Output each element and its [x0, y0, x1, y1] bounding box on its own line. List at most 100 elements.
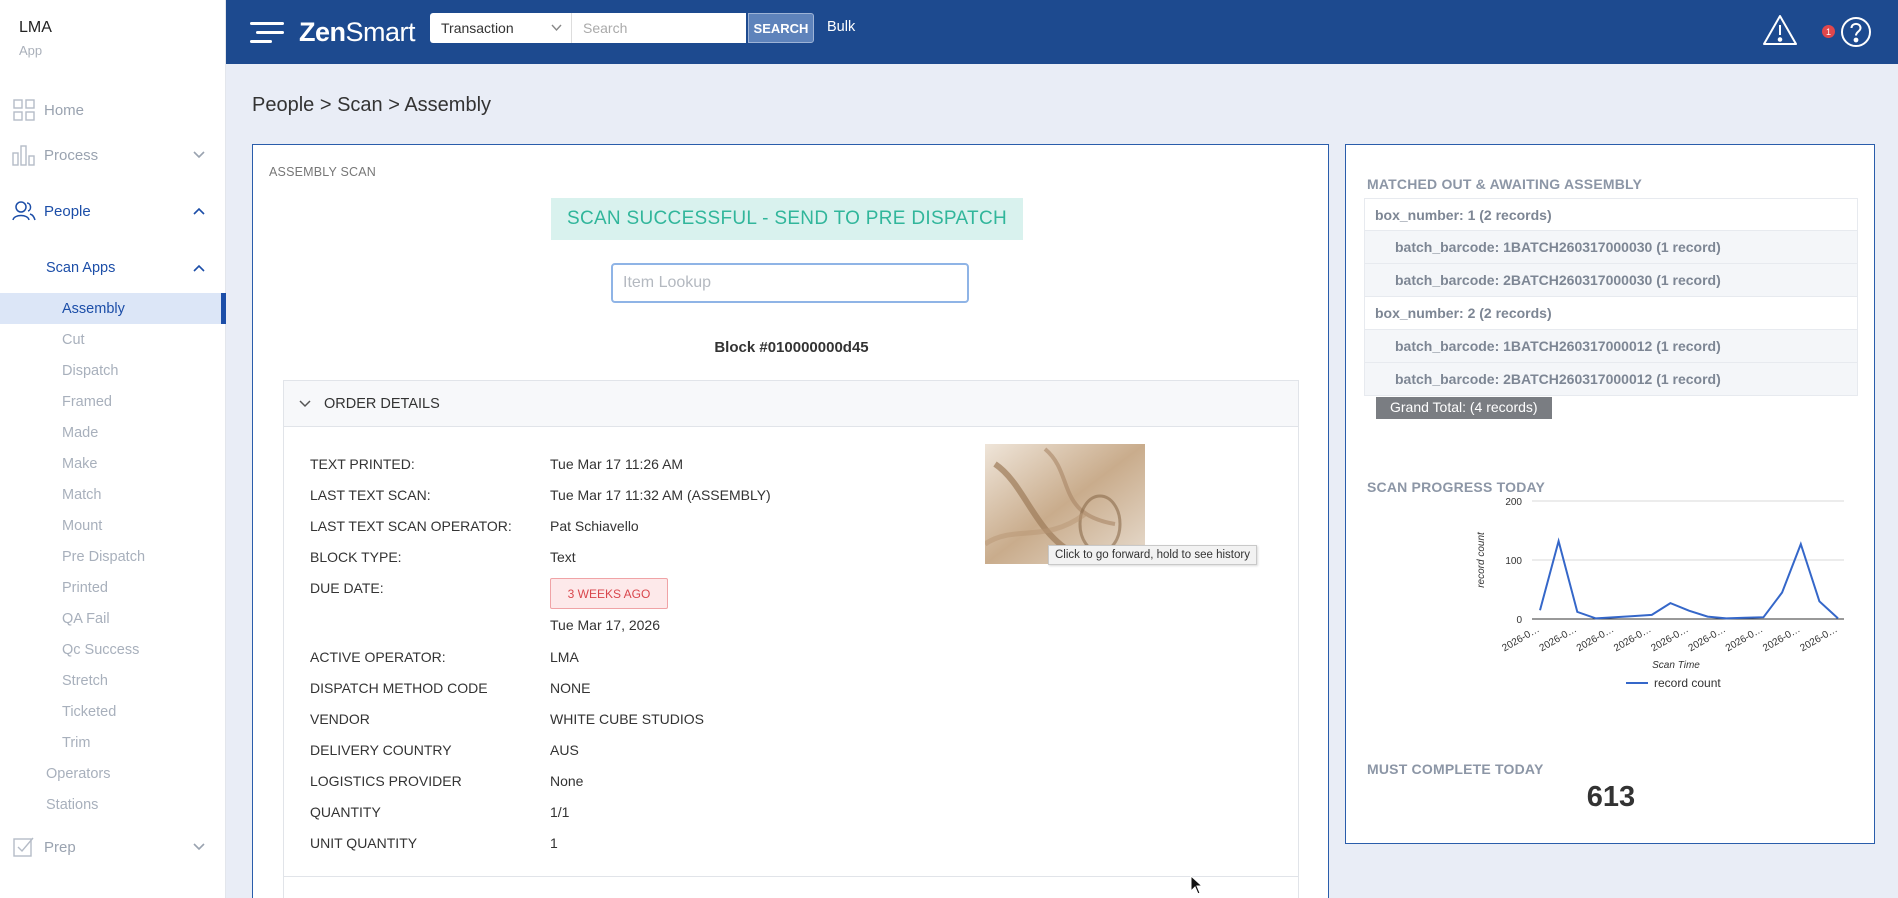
nav-home[interactable]: Home: [0, 93, 226, 127]
y-tick-label: 0: [1516, 615, 1522, 626]
pivot-detail-row[interactable]: batch_barcode: 1BATCH260317000030 (1 rec…: [1364, 231, 1858, 264]
card-title: ASSEMBLY SCAN: [269, 165, 377, 179]
nav-scan-assembly[interactable]: Assembly: [0, 293, 226, 324]
detail-label: BLOCK TYPE:: [310, 549, 402, 565]
x-tick-label: 2026-0…: [1575, 624, 1616, 654]
detail-value: Tue Mar 17 11:32 AM (ASSEMBLY): [550, 487, 771, 503]
nav-scan-pre-dispatch[interactable]: Pre Dispatch: [0, 541, 226, 572]
search-type-select[interactable]: Transaction: [430, 13, 571, 43]
order-details-panel: ORDER DETAILS TEXT PRINTED: Tue Mar 17 1…: [283, 380, 1299, 898]
nav-stations[interactable]: Stations: [0, 789, 226, 820]
chevron-up-icon: [193, 264, 205, 272]
app-subtitle: App: [19, 43, 43, 58]
nav-scan-trim[interactable]: Trim: [0, 727, 226, 758]
app-name: LMA: [19, 19, 52, 36]
detail-value: 1/1: [550, 804, 570, 820]
nav-label: Stretch: [62, 672, 108, 689]
top-bar: ZenSmart Transaction SEARCH Bulk 1: [226, 0, 1898, 64]
detail-value: None: [550, 773, 584, 789]
scan-progress-chart: 0100200record count2026-0…2026-0…2026-0……: [1476, 497, 1844, 690]
logo[interactable]: ZenSmart: [299, 17, 416, 48]
grand-total: Grand Total: (4 records): [1376, 397, 1552, 419]
x-tick-label: 2026-0…: [1687, 624, 1728, 654]
search-button[interactable]: SEARCH: [748, 13, 814, 43]
mouse-cursor-icon: [1190, 875, 1204, 895]
nav-scan-match[interactable]: Match: [0, 479, 226, 510]
nav-prep[interactable]: Prep: [0, 830, 226, 864]
nav-label: Match: [62, 486, 102, 503]
nav-label: Cut: [62, 331, 85, 348]
detail-value: Tue Mar 17 11:26 AM: [550, 456, 684, 472]
nav-process[interactable]: Process: [0, 138, 226, 172]
block-number: Block #010000000d45: [714, 339, 869, 356]
nav-scan-apps[interactable]: Scan Apps: [0, 252, 226, 283]
detail-value: Tue Mar 17, 2026: [550, 617, 660, 633]
nav-label: Made: [62, 424, 99, 441]
help-icon[interactable]: [1840, 16, 1872, 48]
item-lookup-input[interactable]: [611, 263, 969, 303]
order-details-header[interactable]: ORDER DETAILS: [284, 381, 1298, 427]
chevron-down-icon: [193, 843, 205, 851]
nav-scan-make[interactable]: Make: [0, 448, 226, 479]
y-tick-label: 100: [1505, 556, 1522, 567]
detail-value: Text: [550, 549, 576, 565]
warning-icon[interactable]: [1762, 14, 1798, 46]
pivot-group-row[interactable]: box_number: 1 (2 records): [1364, 198, 1858, 231]
x-tick-label: 2026-0…: [1761, 624, 1802, 654]
nav-label: QA Fail: [62, 610, 110, 627]
notification-badge[interactable]: 1: [1822, 25, 1835, 38]
matched-title: MATCHED OUT & AWAITING ASSEMBLY: [1367, 176, 1643, 192]
nav-operators[interactable]: Operators: [0, 758, 226, 789]
scan-status-banner: SCAN SUCCESSFUL - SEND TO PRE DISPATCH: [551, 198, 1023, 240]
nav-label: Pre Dispatch: [62, 548, 146, 565]
nav-people[interactable]: People: [0, 194, 226, 228]
series-line-record-count: [1539, 537, 1839, 620]
nav-scan-dispatch[interactable]: Dispatch: [0, 355, 226, 386]
nav-label: Qc Success: [62, 641, 140, 658]
hamburger-menu-icon[interactable]: [250, 20, 284, 44]
nav-scan-stretch[interactable]: Stretch: [0, 665, 226, 696]
nav-people-label: People: [44, 202, 91, 220]
chevron-up-icon: [193, 207, 205, 215]
chevron-down-icon: [551, 24, 562, 32]
bulk-link[interactable]: Bulk: [827, 19, 855, 35]
x-tick-label: 2026-0…: [1500, 624, 1541, 654]
due-date-badge: 3 WEEKS AGO: [550, 578, 668, 609]
bar-chart-icon: [12, 143, 36, 167]
side-panel: MATCHED OUT & AWAITING ASSEMBLY box_numb…: [1345, 144, 1875, 844]
detail-value: 1: [550, 835, 558, 851]
nav-scan-cut[interactable]: Cut: [0, 324, 226, 355]
detail-label: DUE DATE:: [310, 580, 384, 596]
pivot-detail-row[interactable]: batch_barcode: 1BATCH260317000012 (1 rec…: [1364, 330, 1858, 363]
pivot-detail-row[interactable]: batch_barcode: 2BATCH260317000030 (1 rec…: [1364, 264, 1858, 297]
nav-label: Dispatch: [62, 362, 119, 379]
nav-process-label: Process: [44, 146, 99, 164]
nav-scan-ticketed[interactable]: Ticketed: [0, 696, 226, 727]
nav-scan-qc-success[interactable]: Qc Success: [0, 634, 226, 665]
pivot-group-row[interactable]: box_number: 2 (2 records): [1364, 297, 1858, 330]
nav-label: Make: [62, 455, 98, 472]
search-input[interactable]: [571, 13, 746, 43]
nav-label: Assembly: [62, 300, 125, 317]
nav-scan-qa-fail[interactable]: QA Fail: [0, 603, 226, 634]
pivot-table: box_number: 1 (2 records) batch_barcode:…: [1364, 198, 1858, 396]
nav-label: Stations: [46, 796, 99, 813]
order-details-title: ORDER DETAILS: [324, 396, 440, 412]
detail-value: Pat Schiavello: [550, 518, 639, 534]
y-tick-label: 200: [1505, 497, 1522, 508]
breadcrumb: People > Scan > Assembly: [252, 94, 492, 116]
nav-scan-printed[interactable]: Printed: [0, 572, 226, 603]
detail-value: NONE: [550, 680, 591, 696]
nav-scan-made[interactable]: Made: [0, 417, 226, 448]
detail-value: LMA: [550, 649, 579, 665]
nav-label: Framed: [62, 393, 112, 410]
nav-prep-label: Prep: [44, 838, 76, 856]
assembly-scan-card: ASSEMBLY SCAN SCAN SUCCESSFUL - SEND TO …: [252, 144, 1329, 898]
pivot-detail-row[interactable]: batch_barcode: 2BATCH260317000012 (1 rec…: [1364, 363, 1858, 396]
logo-rest: Smart: [345, 17, 416, 47]
nav-scan-mount[interactable]: Mount: [0, 510, 226, 541]
nav-scan-framed[interactable]: Framed: [0, 386, 226, 417]
must-complete-value: 613: [1586, 781, 1636, 813]
nav-label: Ticketed: [62, 703, 117, 720]
divider: [284, 876, 1298, 877]
